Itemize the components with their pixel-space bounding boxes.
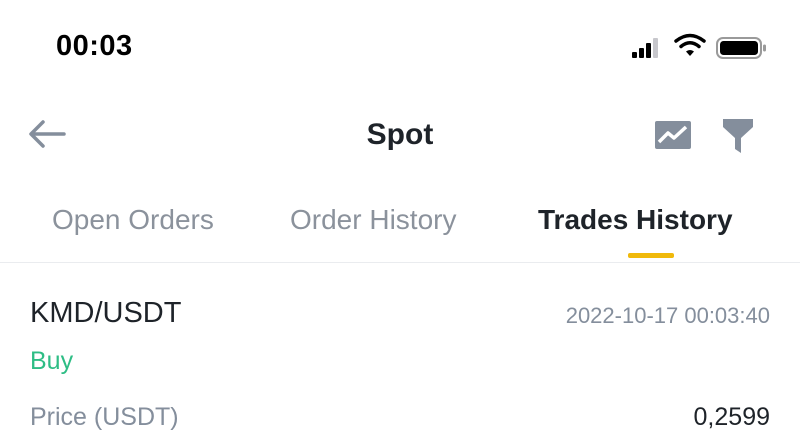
chart-icon	[655, 121, 691, 149]
active-tab-indicator	[628, 253, 674, 258]
filter-icon	[723, 119, 753, 153]
trade-list-item[interactable]: KMD/USDT 2022-10-17 00:03:40 Buy Price (…	[0, 263, 800, 443]
tab-order-history[interactable]: Order History	[290, 204, 456, 236]
trade-pair: KMD/USDT	[30, 297, 182, 329]
chart-button[interactable]	[654, 120, 692, 150]
order-tabs: Open Orders Order History Trades History	[0, 196, 800, 262]
status-time: 00:03	[56, 30, 133, 62]
trade-timestamp: 2022-10-17 00:03:40	[565, 303, 770, 328]
trade-side-badge: Buy	[30, 347, 74, 375]
price-label: Price (USDT)	[30, 403, 179, 431]
cellular-signal-icon	[632, 38, 660, 58]
tab-trades-history[interactable]: Trades History	[538, 204, 733, 236]
filter-button[interactable]	[722, 118, 754, 154]
tab-open-orders[interactable]: Open Orders	[52, 204, 214, 236]
nav-header: Spot	[0, 96, 800, 176]
status-bar: 00:03	[0, 0, 800, 96]
spot-trades-screen: 00:03 Spot Open Orders Order History Tra…	[0, 0, 800, 443]
wifi-icon	[674, 33, 706, 56]
price-value: 0,2599	[693, 403, 770, 431]
battery-icon	[716, 37, 766, 59]
